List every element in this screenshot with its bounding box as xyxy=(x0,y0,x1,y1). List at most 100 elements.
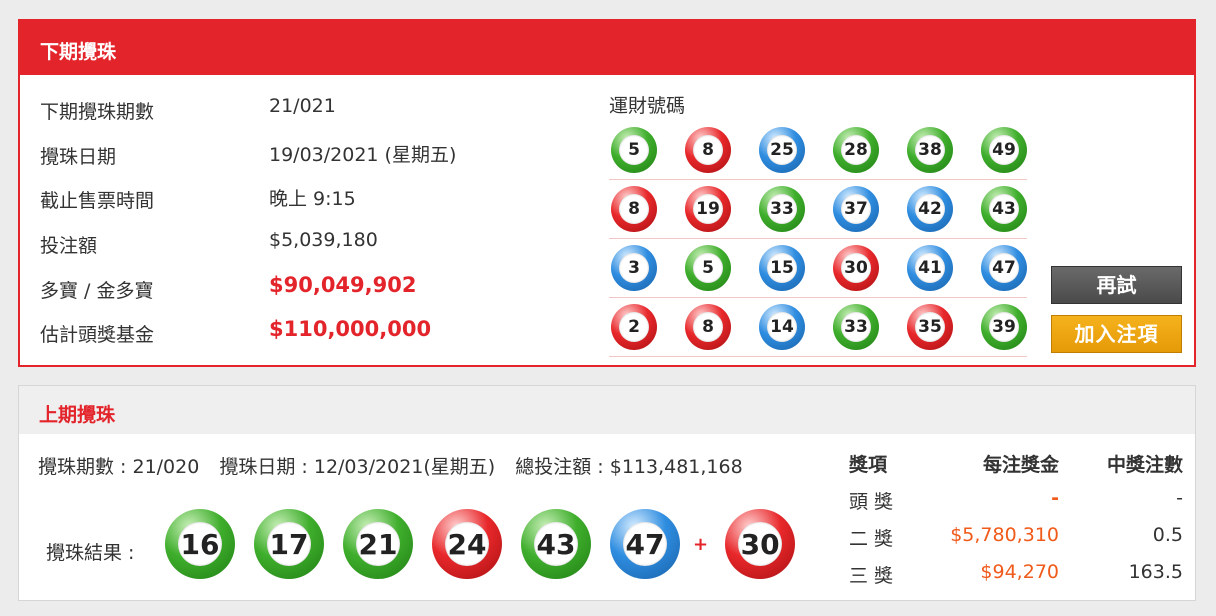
number-ball-green: 21 xyxy=(343,509,413,579)
number-ball-green: 43 xyxy=(521,509,591,579)
ball-number: 17 xyxy=(267,522,311,566)
ball-number: 35 xyxy=(915,312,945,342)
extra-number-plus: + xyxy=(693,533,709,555)
ball-number: 28 xyxy=(841,135,871,165)
last-draw-number: 攪珠期數 : 21/020 xyxy=(38,456,200,478)
number-ball-green: 49 xyxy=(981,127,1027,173)
last-draw-date: 攪珠日期 : 12/03/2021(星期五) xyxy=(219,456,496,478)
prize-header-division: 獎項 xyxy=(849,454,888,476)
lucky-numbers-row: 8 19 33 37 42 43 xyxy=(609,180,1027,239)
prize-winners: 0.5 xyxy=(1152,524,1183,546)
number-ball-green: 17 xyxy=(254,509,324,579)
retry-button[interactable]: 再試 xyxy=(1051,266,1182,304)
lucky-numbers-row: 2 8 14 33 35 39 xyxy=(609,298,1027,357)
ball-number: 42 xyxy=(915,194,945,224)
next-draw-header: 下期攪珠 xyxy=(20,21,1194,75)
ball-number: 47 xyxy=(989,253,1019,283)
info-value: $5,039,180 xyxy=(269,229,378,252)
ball-number: 30 xyxy=(738,522,783,566)
prize-amount: - xyxy=(1051,487,1059,509)
prize-header-prize: 每注獎金 xyxy=(982,454,1059,476)
number-ball-red: 30 xyxy=(725,509,796,579)
number-ball-blue: 37 xyxy=(833,186,879,232)
number-ball-green: 5 xyxy=(685,245,731,291)
number-ball-blue: 25 xyxy=(759,127,805,173)
number-ball-green: 38 xyxy=(907,127,953,173)
ball-number: 2 xyxy=(619,312,649,342)
ball-number: 25 xyxy=(767,135,797,165)
info-label: 估計頭獎基金 xyxy=(40,324,155,347)
ball-number: 30 xyxy=(841,253,871,283)
number-ball-green: 16 xyxy=(165,509,235,579)
ball-number: 24 xyxy=(445,522,489,566)
first-prize-fund-value: $110,000,000 xyxy=(269,317,432,342)
number-ball-blue: 41 xyxy=(907,245,953,291)
prize-table-header: 獎項 每注獎金 中獎注數 xyxy=(849,448,1183,485)
ball-number: 41 xyxy=(915,253,945,283)
number-ball-red: 30 xyxy=(833,245,879,291)
number-ball-blue: 3 xyxy=(611,245,657,291)
ball-number: 8 xyxy=(693,312,723,342)
prize-amount: $5,780,310 xyxy=(950,524,1059,546)
number-ball-red: 35 xyxy=(907,304,953,350)
ball-number: 5 xyxy=(693,253,723,283)
prize-division: 三 獎 xyxy=(849,565,894,587)
ball-number: 8 xyxy=(693,135,723,165)
last-draw-header: 上期攪珠 xyxy=(19,386,1195,434)
lucky-numbers-grid: 5 8 25 28 38 49 8 19 33 37 42 43 3 5 15 30 41 47 2 8 14 33 35 3… xyxy=(609,121,1027,357)
ball-number: 49 xyxy=(989,135,1019,165)
ball-number: 43 xyxy=(989,194,1019,224)
last-draw-turnover: 總投注額 : $113,481,168 xyxy=(515,456,743,478)
number-ball-red: 8 xyxy=(685,304,731,350)
prize-division: 頭 獎 xyxy=(849,491,894,513)
lucky-numbers-row: 3 5 15 30 41 47 xyxy=(609,239,1027,298)
number-ball-red: 8 xyxy=(611,186,657,232)
number-ball-red: 8 xyxy=(685,127,731,173)
ball-number: 43 xyxy=(534,522,578,566)
ball-number: 3 xyxy=(619,253,649,283)
number-ball-green: 43 xyxy=(981,186,1027,232)
prize-amount: $94,270 xyxy=(980,561,1059,583)
lucky-numbers-title: 運財號碼 xyxy=(609,95,686,117)
number-ball-blue: 47 xyxy=(610,509,680,579)
ball-number: 19 xyxy=(693,194,723,224)
number-ball-blue: 42 xyxy=(907,186,953,232)
ball-number: 21 xyxy=(356,522,400,566)
ball-number: 38 xyxy=(915,135,945,165)
prize-row: 二 獎 $5,780,310 0.5 xyxy=(849,522,1183,559)
ball-number: 14 xyxy=(767,312,797,342)
info-label: 投注額 xyxy=(40,235,98,258)
number-ball-blue: 14 xyxy=(759,304,805,350)
prize-winners: - xyxy=(1176,487,1183,509)
last-draw-meta: 攪珠期數 : 21/020 攪珠日期 : 12/03/2021(星期五) 總投注… xyxy=(38,452,757,479)
ball-number: 15 xyxy=(767,253,797,283)
prize-winners: 163.5 xyxy=(1128,561,1183,583)
prize-table: 獎項 每注獎金 中獎注數 頭 獎 - - 二 獎 $5,780,310 0.5 … xyxy=(849,448,1183,596)
number-ball-green: 28 xyxy=(833,127,879,173)
add-to-bet-button[interactable]: 加入注項 xyxy=(1051,315,1182,353)
info-value: 晚上 9:15 xyxy=(269,188,356,211)
prize-division: 二 獎 xyxy=(849,528,894,550)
next-draw-panel: 下期攪珠 下期攪珠期數 21/021 攪珠日期 19/03/2021 (星期五)… xyxy=(18,19,1196,367)
info-value: 19/03/2021 (星期五) xyxy=(269,143,457,166)
number-ball-red: 19 xyxy=(685,186,731,232)
ball-number: 5 xyxy=(619,135,649,165)
prize-row: 頭 獎 - - xyxy=(849,485,1183,522)
prize-row: 三 獎 $94,270 163.5 xyxy=(849,559,1183,596)
ball-number: 33 xyxy=(841,312,871,342)
info-label: 多寶 / 金多寶 xyxy=(40,279,154,302)
ball-number: 47 xyxy=(623,522,667,566)
jackpot-value: $90,049,902 xyxy=(269,272,417,297)
number-ball-blue: 15 xyxy=(759,245,805,291)
number-ball-blue: 47 xyxy=(981,245,1027,291)
result-balls: 16 17 21 24 43 47 +30 xyxy=(165,509,814,579)
ball-number: 37 xyxy=(841,194,871,224)
prize-header-winners: 中獎注數 xyxy=(1106,454,1183,476)
ball-number: 16 xyxy=(178,522,222,566)
lucky-numbers-row: 5 8 25 28 38 49 xyxy=(609,121,1027,180)
ball-number: 33 xyxy=(767,194,797,224)
number-ball-green: 33 xyxy=(833,304,879,350)
number-ball-green: 39 xyxy=(981,304,1027,350)
number-ball-red: 24 xyxy=(432,509,502,579)
number-ball-red: 2 xyxy=(611,304,657,350)
